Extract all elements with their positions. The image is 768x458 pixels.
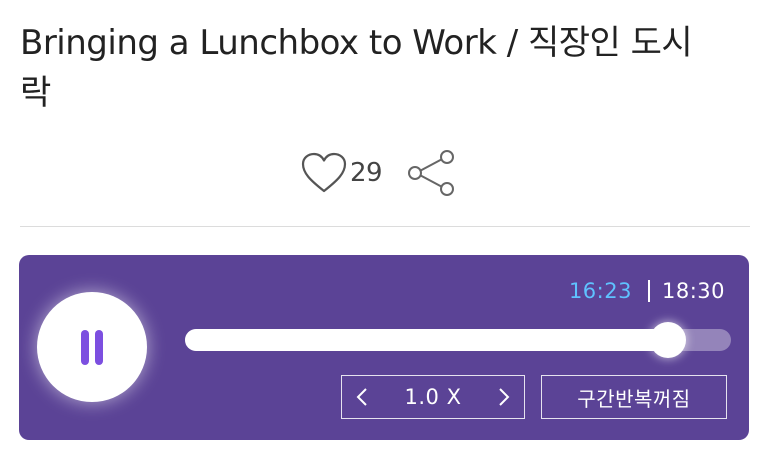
progress-fill — [185, 329, 669, 351]
article-actions: 29 — [300, 148, 458, 198]
divider — [20, 226, 750, 227]
speed-decrease-button[interactable] — [342, 376, 382, 418]
page: Bringing a Lunchbox to Work / 직장인 도시락 29 — [0, 0, 768, 458]
speed-value: 1.0 X — [404, 385, 462, 409]
section-repeat-button[interactable]: 구간반복꺼짐 — [541, 375, 727, 419]
time-separator — [647, 280, 650, 302]
total-time: 18:30 — [661, 279, 725, 303]
pause-icon-bar-right — [95, 330, 103, 365]
time-display: 16:23 18:30 — [569, 279, 725, 303]
like-count: 29 — [350, 158, 383, 188]
chevron-left-icon — [356, 387, 368, 407]
like-button[interactable]: 29 — [300, 151, 383, 195]
pause-button[interactable] — [37, 292, 147, 402]
share-icon — [406, 149, 458, 197]
audio-player: 16:23 18:30 1.0 X 구간반복꺼짐 — [19, 255, 749, 440]
pause-icon-bar-left — [81, 330, 89, 365]
heart-outline-icon — [300, 151, 348, 195]
progress-thumb[interactable] — [650, 322, 687, 358]
progress-bar[interactable] — [185, 322, 731, 358]
speed-increase-button[interactable] — [484, 376, 524, 418]
current-time: 16:23 — [568, 279, 632, 303]
speed-control: 1.0 X — [341, 375, 525, 419]
chevron-right-icon — [498, 387, 510, 407]
share-button[interactable] — [406, 149, 458, 197]
page-title: Bringing a Lunchbox to Work / 직장인 도시락 — [20, 23, 693, 113]
